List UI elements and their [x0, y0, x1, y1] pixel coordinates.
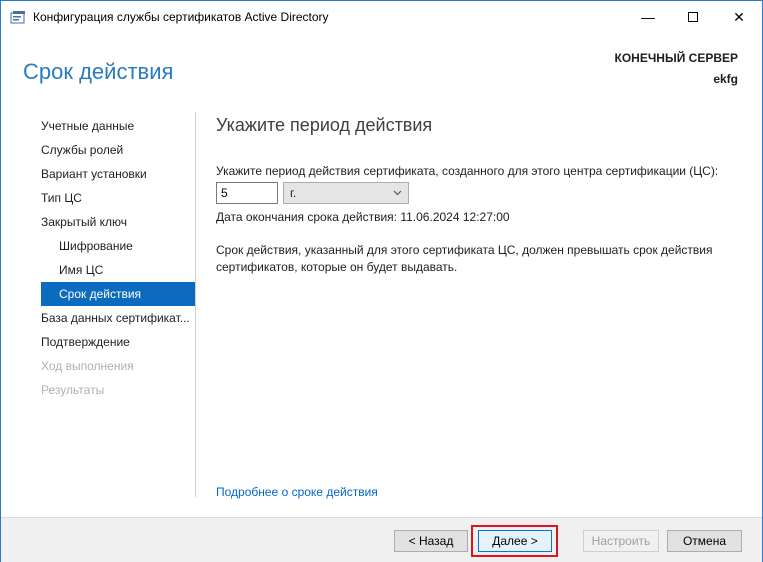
section-heading: Укажите период действия [216, 115, 433, 135]
nav-item-cryptography[interactable]: Шифрование [41, 234, 195, 258]
target-server-label: КОНЕЧНЫЙ СЕРВЕР [614, 51, 738, 65]
nav-item-validity-period[interactable]: Срок действия [41, 282, 195, 306]
button-bar: < Назад Далее > Настроить Отмена [1, 517, 762, 562]
validity-period-input[interactable] [216, 182, 278, 204]
chevron-down-icon [393, 190, 402, 196]
wizard-window: Конфигурация службы сертификатов Active … [0, 0, 763, 562]
nav-item-progress: Ход выполнения [41, 359, 134, 373]
app-certificate-icon [10, 11, 25, 24]
nav-item-setup-type[interactable]: Вариант установки [41, 162, 195, 186]
period-unit-value: г. [290, 186, 297, 200]
close-icon[interactable]: ✕ [716, 1, 762, 33]
cancel-button[interactable]: Отмена [667, 530, 742, 552]
next-button[interactable]: Далее > [478, 530, 552, 552]
maximize-icon[interactable] [670, 1, 716, 33]
target-server-name: ekfg [713, 72, 738, 86]
nav-divider [195, 112, 196, 497]
period-prompt: Укажите период действия сертификата, соз… [216, 164, 719, 178]
window-title: Конфигурация службы сертификатов Active … [33, 10, 329, 24]
nav-item-confirmation[interactable]: Подтверждение [41, 330, 195, 354]
title-bar[interactable]: Конфигурация службы сертификатов Active … [1, 1, 762, 33]
configure-button: Настроить [583, 530, 659, 552]
validity-note: Срок действия, указанный для этого серти… [216, 243, 713, 274]
page-title: Срок действия [23, 59, 174, 84]
period-unit-select[interactable]: г. [283, 182, 409, 204]
more-info-link[interactable]: Подробнее о сроке действия [216, 485, 378, 499]
nav-item-ca-type[interactable]: Тип ЦС [41, 186, 195, 210]
nav-item-results: Результаты [41, 383, 105, 397]
back-button[interactable]: < Назад [394, 530, 468, 552]
minimize-icon[interactable]: — [625, 1, 671, 33]
nav-item-credentials[interactable]: Учетные данные [41, 114, 195, 138]
expiry-date-text: Дата окончания срока действия: 11.06.202… [216, 210, 510, 224]
nav-item-private-key[interactable]: Закрытый ключ [41, 210, 195, 234]
nav-item-role-services[interactable]: Службы ролей [41, 138, 195, 162]
wizard-steps-nav: Учетные данные Службы ролей Вариант уста… [41, 114, 195, 402]
nav-item-certificate-database[interactable]: База данных сертификат... [41, 306, 195, 330]
nav-item-ca-name[interactable]: Имя ЦС [41, 258, 195, 282]
